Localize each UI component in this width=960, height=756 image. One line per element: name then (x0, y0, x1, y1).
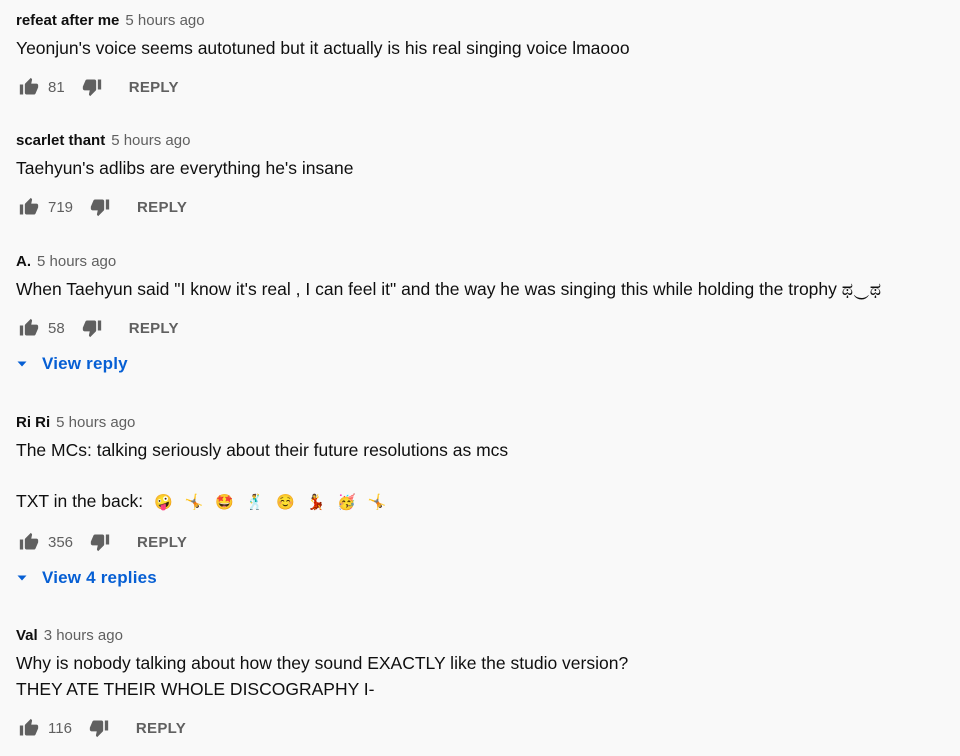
view-replies-button[interactable]: View 4 replies (16, 560, 952, 596)
dislike-button[interactable] (87, 529, 113, 555)
star-struck-emoji: 🤩 (215, 494, 234, 511)
caret-down-icon (17, 361, 27, 367)
thumb-down-icon (90, 534, 110, 552)
comment-author[interactable]: A. (16, 253, 31, 270)
reply-button[interactable]: REPLY (129, 79, 179, 96)
thumb-down-icon (90, 199, 110, 217)
like-button[interactable] (16, 74, 42, 100)
view-replies-label: View 4 replies (42, 568, 157, 587)
view-replies-label: View reply (42, 354, 128, 373)
comment-actions: 81 REPLY (16, 69, 952, 105)
cartwheel-emoji: 🤸 (367, 494, 387, 511)
thumb-down-icon (82, 320, 101, 338)
comment-actions: 58 REPLY (16, 310, 952, 346)
like-button[interactable] (16, 315, 42, 341)
comment-timestamp[interactable]: 5 hours ago (111, 132, 190, 149)
reply-button[interactable]: REPLY (129, 320, 179, 337)
comment-timestamp[interactable]: 5 hours ago (56, 414, 135, 431)
comment-thread: Ri Ri 5 hours ago The MCs: talking serio… (16, 411, 952, 596)
comment-text-line: TXT in the back: 🤪 🤸 🤩 🕺 ☺️ 💃 🥳 🤸 (16, 488, 952, 516)
caret-down-icon (17, 575, 27, 581)
comment-text-line: Taehyun's adlibs are everything he's ins… (16, 158, 354, 178)
comment-text: Why is nobody talking about how they sou… (16, 650, 952, 702)
comment-author[interactable]: Ri Ri (16, 414, 50, 431)
comment-text-blank-line (16, 463, 952, 485)
comment-thread: refeat after me 5 hours ago Yeonjun's vo… (16, 9, 952, 105)
dancing-woman-emoji: 💃 (306, 494, 326, 511)
comment-header: Ri Ri 5 hours ago (16, 411, 952, 433)
thumb-up-icon (19, 532, 39, 550)
comment-thread: A. 5 hours ago When Taehyun said "I know… (16, 250, 952, 382)
comment-header: A. 5 hours ago (16, 250, 952, 272)
comment-text: Taehyun's adlibs are everything he's ins… (16, 155, 952, 181)
dislike-button[interactable] (86, 715, 112, 741)
thumb-down-icon (82, 79, 101, 97)
comment-author[interactable]: refeat after me (16, 12, 119, 29)
comment-actions: 719 REPLY (16, 189, 952, 225)
comment-actions: 356 REPLY (16, 524, 952, 560)
like-button[interactable] (16, 715, 42, 741)
reply-button[interactable]: REPLY (136, 720, 186, 737)
reply-button[interactable]: REPLY (137, 199, 187, 216)
comment-text: The MCs: talking seriously about their f… (16, 437, 952, 516)
comment-header: refeat after me 5 hours ago (16, 9, 952, 31)
dislike-button[interactable] (87, 194, 113, 220)
like-count: 719 (48, 198, 74, 216)
like-button[interactable] (16, 529, 42, 555)
dislike-button[interactable] (79, 315, 105, 341)
comment-text-line: THEY ATE THEIR WHOLE DISCOGRAPHY I- (16, 679, 375, 699)
smiling-face-emoji: ☺️ (276, 494, 295, 511)
comment-thread: scarlet thant 5 hours ago Taehyun's adli… (16, 129, 952, 225)
comment-text: When Taehyun said "I know it's real , I … (16, 276, 952, 302)
like-count: 58 (48, 319, 65, 337)
comment-text: Yeonjun's voice seems autotuned but it a… (16, 35, 952, 61)
view-replies-button[interactable]: View reply (16, 346, 952, 382)
party-face-emoji: 🥳 (337, 494, 357, 511)
comment-header: scarlet thant 5 hours ago (16, 129, 952, 151)
comment-thread: Val 3 hours ago Why is nobody talking ab… (16, 624, 952, 746)
comment-author[interactable]: Val (16, 627, 38, 644)
zany-face-emoji: 🤪 (153, 494, 173, 511)
dancing-man-emoji: 🕺 (245, 494, 265, 511)
comment-text-line: The MCs: talking seriously about their f… (16, 440, 509, 460)
thumb-up-icon (19, 318, 39, 336)
comment-text-line: Why is nobody talking about how they sou… (16, 653, 629, 673)
reply-button[interactable]: REPLY (137, 534, 187, 551)
thumb-up-icon (19, 718, 39, 736)
comment-text-segment: TXT in the back: (16, 491, 144, 511)
comment-text-line: Yeonjun's voice seems autotuned but it a… (16, 38, 630, 58)
comment-text-line: When Taehyun said "I know it's real , I … (16, 279, 882, 299)
emoji-row: 🤪 🤸 🤩 🕺 ☺️ 💃 🥳 🤸 (154, 491, 394, 511)
comment-actions: 116 REPLY (16, 710, 952, 746)
like-count: 356 (48, 533, 74, 551)
comments-section: refeat after me 5 hours ago Yeonjun's vo… (0, 0, 960, 756)
thumb-up-icon (19, 77, 39, 95)
comment-timestamp[interactable]: 5 hours ago (37, 253, 116, 270)
dislike-button[interactable] (79, 74, 105, 100)
like-count: 81 (48, 78, 65, 96)
comment-author[interactable]: scarlet thant (16, 132, 105, 149)
thumb-up-icon (19, 197, 39, 215)
comment-timestamp[interactable]: 3 hours ago (44, 627, 123, 644)
comment-header: Val 3 hours ago (16, 624, 952, 646)
thumb-down-icon (89, 720, 109, 738)
comment-timestamp[interactable]: 5 hours ago (125, 12, 204, 29)
cartwheel-emoji: 🤸 (184, 494, 204, 511)
like-count: 116 (48, 719, 72, 737)
like-button[interactable] (16, 194, 42, 220)
